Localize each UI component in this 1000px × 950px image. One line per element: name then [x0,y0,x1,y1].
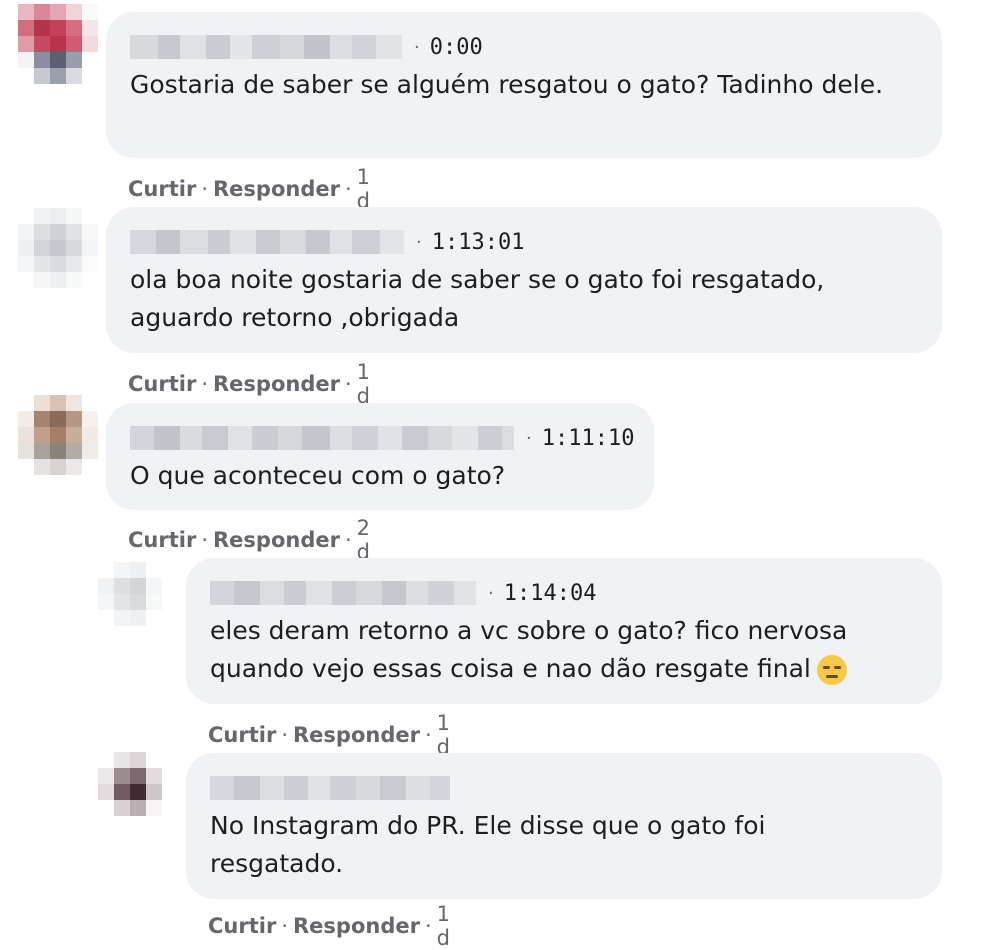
separator-dot: · [281,914,288,938]
comment-bubble: · 1:11:10 O que aconteceu com o gato? [106,403,654,510]
separator-dot: · [344,177,352,201]
separator-dot: · [281,723,288,747]
comment-text: O que aconteceu com o gato? [130,461,506,490]
separator-dot: · [424,723,432,747]
comment-bubble: · 0:00 Gostaria de saber se alguém resga… [106,12,942,158]
comment-text: ola boa noite gostaria de saber se o gat… [130,265,825,332]
like-button[interactable]: Curtir [208,914,276,938]
video-timestamp[interactable]: 1:13:01 [432,230,525,255]
video-timestamp[interactable]: 1:11:10 [542,426,635,451]
like-button[interactable]: Curtir [128,528,196,552]
comment-age[interactable]: 1 d [357,165,370,213]
separator-dot: · [201,528,208,552]
author-name-blurred[interactable] [130,425,514,451]
video-timestamp[interactable]: 1:14:04 [504,581,597,606]
like-button[interactable]: Curtir [208,723,276,747]
separator-dot: · [526,427,532,449]
separator-dot: · [344,528,352,552]
avatar[interactable] [98,752,162,816]
video-timestamp[interactable]: 0:00 [430,35,483,60]
comment-bubble: · 1:13:01 ola boa noite gostaria de sabe… [106,207,942,353]
separator-dot: · [344,372,352,396]
comment-age[interactable]: 1 d [437,711,450,759]
comment-age[interactable]: 2 d [357,516,370,564]
avatar[interactable] [98,562,162,626]
comment-bubble: · 1:14:04 eles deram retorno a vc sobre … [186,558,942,704]
reply-button[interactable]: Responder [213,372,340,396]
author-name-blurred[interactable] [130,229,404,255]
comment-age[interactable]: 1 d [357,360,370,408]
reply-button[interactable]: Responder [213,177,340,201]
avatar[interactable] [18,208,98,288]
comment-age[interactable]: 1 d [437,902,450,950]
like-button[interactable]: Curtir [128,177,196,201]
avatar[interactable] [18,4,98,84]
comment-bubble: No Instagram do PR. Ele disse que o gato… [186,753,942,899]
reply-button[interactable]: Responder [293,914,420,938]
separator-dot: · [201,177,208,201]
separator-dot: · [488,582,494,604]
reply-button[interactable]: Responder [293,723,420,747]
comment-text: eles deram retorno a vc sobre o gato? fi… [210,612,920,688]
like-button[interactable]: Curtir [128,372,196,396]
comment-text: No Instagram do PR. Ele disse que o gato… [210,811,766,878]
separator-dot: · [424,914,432,938]
separator-dot: · [201,372,208,396]
reply-button[interactable]: Responder [213,528,340,552]
comment-text-body: eles deram retorno a vc sobre o gato? fi… [210,616,848,683]
avatar[interactable] [18,395,98,475]
separator-dot: · [416,231,422,253]
author-name-blurred[interactable] [130,34,402,60]
comment-text: Gostaria de saber se alguém resgatou o g… [130,70,884,99]
separator-dot: · [414,36,420,58]
author-name-blurred[interactable] [210,775,450,801]
downcast-face-emoji-icon [816,655,847,685]
author-name-blurred[interactable] [210,580,476,606]
